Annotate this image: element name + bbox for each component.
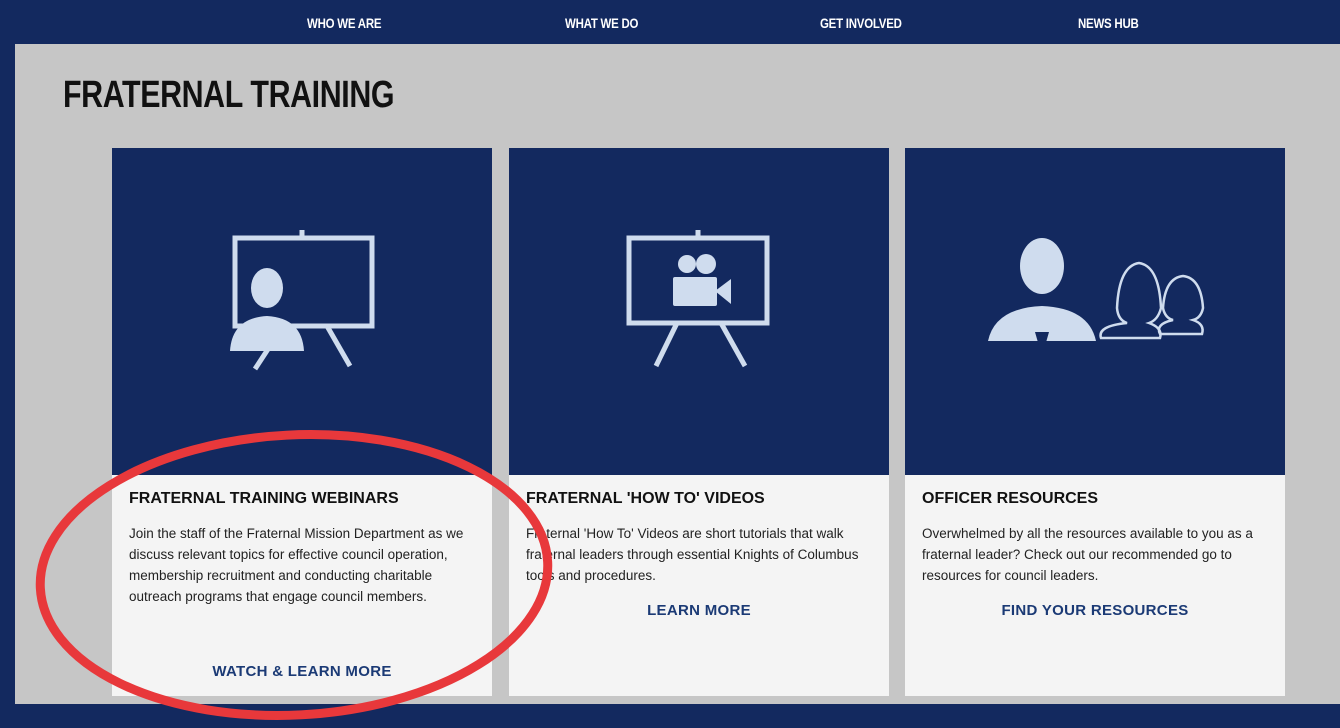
card-officer-resources: OFFICER RESOURCES Overwhelmed by all the… [905,148,1285,696]
presentation-video-icon [626,230,770,368]
card-image [905,148,1285,475]
find-your-resources-link[interactable]: FIND YOUR RESOURCES [905,602,1285,619]
nav-item-get-involved[interactable]: GET INVOLVED [820,15,902,31]
card-title: FRATERNAL 'HOW TO' VIDEOS [526,490,765,507]
footer-strip [15,704,1340,728]
card-description: Join the staff of the Fraternal Mission … [129,526,464,604]
card-image [509,148,889,475]
card-description: Fraternal 'How To' Videos are short tuto… [526,526,859,583]
card-title: OFFICER RESOURCES [922,490,1099,507]
learn-more-link[interactable]: LEARN MORE [509,602,889,619]
people-group-icon [988,238,1205,346]
page-title: FRATERNAL TRAINING [63,74,395,116]
top-nav: WHO WE ARE WHAT WE DO GET INVOLVED NEWS … [0,0,1340,44]
card-description: Overwhelmed by all the resources availab… [922,526,1253,583]
card-image [112,148,492,475]
card-how-to-videos: FRATERNAL 'HOW TO' VIDEOS Fraternal 'How… [509,148,889,696]
content-panel: FRATERNAL TRAINING FRATERNAL TRAINING WE… [15,44,1340,704]
watch-learn-more-link[interactable]: WATCH & LEARN MORE [112,663,492,680]
nav-item-news-hub[interactable]: NEWS HUB [1078,15,1139,31]
presentation-person-icon [230,230,375,371]
nav-item-who-we-are[interactable]: WHO WE ARE [307,15,382,31]
card-training-webinars: FRATERNAL TRAINING WEBINARS Join the sta… [112,148,492,696]
card-title: FRATERNAL TRAINING WEBINARS [129,490,399,507]
nav-item-what-we-do[interactable]: WHAT WE DO [565,15,638,31]
